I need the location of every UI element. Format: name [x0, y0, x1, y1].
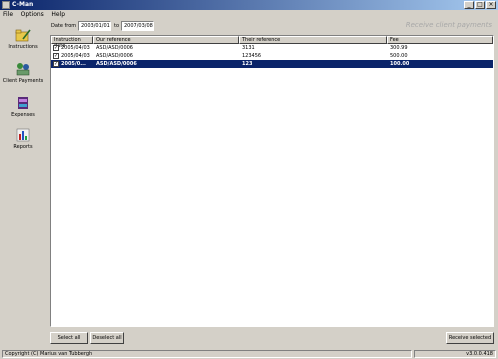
left-nav: Instructions Client Payments Expenses Re…: [0, 19, 46, 349]
cell-date: 2005/04/03: [61, 53, 90, 59]
row-checkbox[interactable]: ✓: [53, 45, 59, 51]
table-row[interactable]: ✓ 2005/04/03 ASD/ASD/0006 123456 500.00: [51, 52, 493, 60]
window-title: C-Man: [12, 1, 34, 8]
nav-item-client-payments[interactable]: Client Payments: [0, 61, 46, 84]
folder-pencil-icon: [15, 29, 31, 42]
receive-selected-button[interactable]: Receive selected: [446, 332, 494, 344]
select-all-button[interactable]: Select all: [50, 332, 88, 344]
date-from-label: Date from: [51, 23, 77, 29]
cell-our-reference: ASD/ASD/0006: [96, 45, 133, 51]
column-header-our-reference[interactable]: Our reference: [93, 36, 239, 44]
date-to-field[interactable]: 2007/03/08: [121, 21, 154, 31]
main-panel: Date from 2003/01/01 to 2007/03/08 Recei…: [48, 19, 496, 349]
column-header-instruction-date[interactable]: Instruction date: [51, 36, 93, 49]
nav-item-reports[interactable]: Reports: [0, 127, 46, 150]
maximize-button[interactable]: □: [475, 1, 485, 9]
status-version: v3.0.0.418: [414, 350, 496, 358]
row-checkbox[interactable]: ✓: [53, 61, 59, 67]
nav-label: Reports: [13, 144, 33, 150]
cell-our-reference: ASD/ASD/0006: [96, 61, 137, 67]
cell-our-reference: ASD/ASD/0006: [96, 53, 133, 59]
deselect-all-button[interactable]: Deselect all: [90, 332, 124, 344]
menu-bar: File Options Help: [0, 10, 498, 19]
cell-date: 2005/0...: [61, 61, 86, 67]
people-payments-icon: [16, 63, 30, 76]
date-from-field[interactable]: 2003/01/01: [78, 21, 111, 31]
cell-their-reference: 3131: [242, 45, 255, 51]
table-row[interactable]: ✓ 2005/04/03 ASD/ASD/0006 3131 300.99: [51, 44, 493, 52]
nav-label: Client Payments: [2, 78, 44, 84]
receive-header: Receive client payments: [405, 21, 492, 29]
title-bar[interactable]: C-Man _ □ ×: [0, 0, 498, 10]
close-button[interactable]: ×: [486, 1, 496, 9]
expenses-icon: [18, 97, 28, 109]
cell-date: 2005/04/03: [61, 45, 90, 51]
nav-label: Expenses: [11, 112, 35, 118]
app-icon: [2, 1, 10, 9]
cell-fee: 100.00: [390, 61, 410, 67]
window-controls: _ □ ×: [464, 1, 496, 9]
menu-options[interactable]: Options: [21, 10, 44, 19]
cell-fee: 300.99: [390, 45, 408, 51]
minimize-button[interactable]: _: [464, 1, 474, 9]
cell-fee: 500.00: [390, 53, 408, 59]
list-header: Instruction date Our reference Their ref…: [51, 36, 493, 49]
cell-their-reference: 123456: [242, 53, 262, 59]
status-copyright: Copyright (C) Marius van Tubbergh: [2, 350, 412, 358]
column-header-their-reference[interactable]: Their reference: [239, 36, 387, 44]
row-checkbox[interactable]: ✓: [53, 53, 59, 59]
menu-file[interactable]: File: [3, 10, 13, 19]
date-filter-bar: Date from 2003/01/01 to 2007/03/08 Recei…: [48, 19, 496, 33]
payments-list[interactable]: Instruction date Our reference Their ref…: [50, 35, 494, 327]
reports-chart-icon: [16, 128, 30, 142]
date-to-label: to: [114, 23, 120, 29]
nav-item-instructions[interactable]: Instructions: [0, 27, 46, 50]
column-header-fee[interactable]: Fee: [387, 36, 493, 44]
menu-help[interactable]: Help: [51, 10, 65, 19]
table-row-selected[interactable]: ✓ 2005/0... ASD/ASD/0006 123 100.00: [51, 60, 493, 68]
cell-their-reference: 123: [242, 61, 253, 67]
status-bar: Copyright (C) Marius van Tubbergh v3.0.0…: [0, 349, 498, 359]
nav-label: Instructions: [8, 44, 38, 50]
nav-item-expenses[interactable]: Expenses: [0, 95, 46, 118]
